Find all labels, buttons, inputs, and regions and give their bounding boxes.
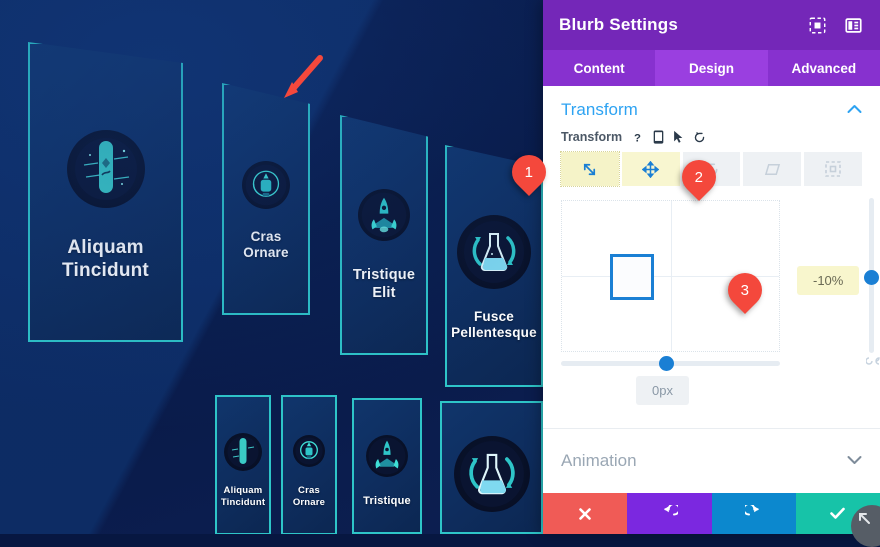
astronaut-icon xyxy=(242,160,290,209)
blurb-icon-wrap xyxy=(453,435,530,512)
blurb-card-title: Aliquam Tincidunt xyxy=(62,236,149,281)
panel-title: Blurb Settings xyxy=(559,15,678,34)
panel-tabs: Content Design Advanced xyxy=(543,50,880,86)
astronaut-icon xyxy=(293,435,325,468)
flask-icon xyxy=(453,435,530,512)
hover-cursor-icon[interactable] xyxy=(673,130,684,144)
transform-field-label-row: Transform ? xyxy=(543,126,880,144)
transform-origin-button[interactable] xyxy=(804,152,862,186)
panel-resize-handle[interactable] xyxy=(851,505,880,547)
tab-advanced[interactable]: Advanced xyxy=(768,50,880,86)
transform-drag-box[interactable] xyxy=(610,254,654,300)
responsive-mobile-icon[interactable] xyxy=(653,130,664,144)
panel-layout-icon[interactable] xyxy=(842,14,864,36)
transform-drag-stage: -10% 0px xyxy=(561,198,880,405)
focus-mode-icon[interactable] xyxy=(806,14,828,36)
section-transform-title: Transform xyxy=(561,100,638,119)
blurb-card-bottom-tristique[interactable]: Tristique xyxy=(352,398,422,534)
annotation-arrow xyxy=(276,52,328,109)
blurb-card-title: Tristique xyxy=(363,495,411,508)
horizontal-slider-knob[interactable] xyxy=(659,356,674,371)
snowboard-space-icon xyxy=(66,129,145,208)
help-icon[interactable]: ? xyxy=(631,131,644,143)
transform-translate-button[interactable] xyxy=(621,152,680,186)
chevron-down-icon[interactable] xyxy=(847,452,862,470)
undo-button[interactable] xyxy=(627,493,712,534)
panel-header: Blurb Settings xyxy=(543,0,880,50)
vertical-slider-value: -10% xyxy=(797,266,860,295)
section-animation-title: Animation xyxy=(561,451,637,470)
rocket-launch-icon xyxy=(366,435,408,478)
blurb-card-bottom-aliquam-tincidunt[interactable]: Aliquam Tincidunt xyxy=(215,395,271,534)
blurb-icon-wrap xyxy=(366,435,408,478)
blurb-card-tristique-elit[interactable]: Tristique Elit xyxy=(340,115,428,355)
tab-design[interactable]: Design xyxy=(655,50,768,86)
blurb-card-title: Cras Ornare xyxy=(292,485,326,508)
transform-vertical-slider[interactable] xyxy=(864,198,879,353)
blurb-icon-wrap xyxy=(293,435,325,468)
blurb-icon-wrap xyxy=(66,129,145,208)
discard-button[interactable] xyxy=(543,493,628,534)
transform-skew-button[interactable] xyxy=(743,152,802,186)
horizontal-slider-value: 0px xyxy=(636,376,689,405)
blurb-icon-wrap xyxy=(224,433,262,472)
blurb-card-bottom-fusce-pellentesque[interactable] xyxy=(440,401,543,534)
blurb-icon-wrap xyxy=(242,160,290,209)
tab-content[interactable]: Content xyxy=(543,50,655,86)
blurb-settings-panel: Blurb Settings Content Design Advanced T… xyxy=(543,0,880,547)
vertical-slider-knob[interactable] xyxy=(864,270,879,285)
section-transform-header[interactable]: Transform xyxy=(543,86,880,126)
blurb-card-title: Aliquam Tincidunt xyxy=(220,485,266,508)
transform-field-label: Transform xyxy=(561,130,623,144)
transform-scale-button[interactable] xyxy=(560,151,620,187)
blurb-card-title: Fusce Pellentesque xyxy=(451,308,537,340)
blurb-icon-wrap xyxy=(358,189,410,242)
section-animation-header[interactable]: Animation xyxy=(543,428,880,493)
flask-icon xyxy=(457,214,531,289)
blurb-card-title: Cras Ornare xyxy=(243,228,289,260)
svg-text:?: ? xyxy=(634,132,641,143)
redo-button[interactable] xyxy=(711,493,796,534)
blurb-icon-wrap xyxy=(457,214,531,289)
snowboard-space-icon xyxy=(224,433,262,472)
blurb-card-cras-ornare[interactable]: Cras Ornare xyxy=(222,83,310,315)
transform-horizontal-slider[interactable] xyxy=(561,356,780,371)
reset-icon[interactable] xyxy=(693,131,706,144)
panel-body: Transform Transform ? -10% 0px Animation xyxy=(543,86,880,493)
blurb-card-bottom-cras-ornare[interactable]: Cras Ornare xyxy=(281,395,337,534)
chevron-up-icon[interactable] xyxy=(847,101,862,119)
link-values-icon[interactable] xyxy=(865,355,880,369)
rocket-launch-icon xyxy=(358,189,410,242)
blurb-card-title: Tristique Elit xyxy=(352,267,416,301)
panel-action-bar xyxy=(543,493,880,534)
blurb-card-aliquam-tincidunt[interactable]: Aliquam Tincidunt xyxy=(28,42,183,342)
